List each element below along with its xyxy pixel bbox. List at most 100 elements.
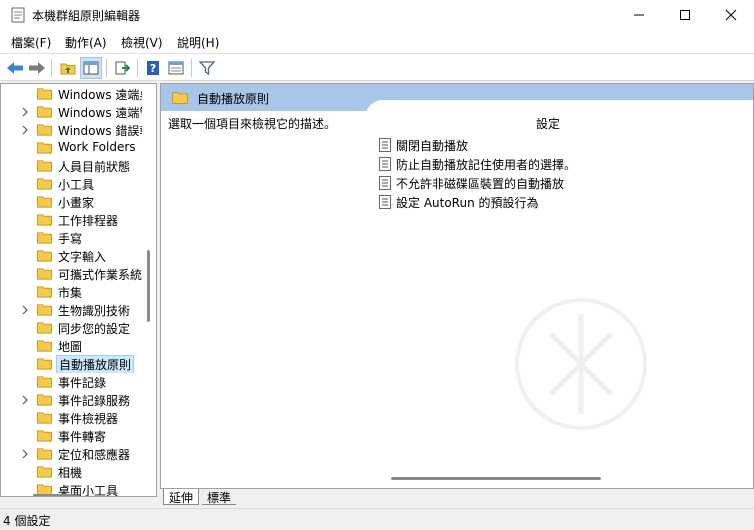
back-button[interactable] [4,57,26,79]
properties-view-button[interactable] [165,57,187,79]
svg-text:?: ? [150,62,156,75]
chevron-right-icon[interactable] [20,125,30,135]
properties-view-icon [168,61,184,75]
filter-button[interactable] [196,57,218,79]
help-button[interactable]: ? [142,57,164,79]
close-button[interactable] [708,0,754,30]
tree-item[interactable]: 生物識別技術 [1,301,142,319]
tree-item-label: 同步您的設定 [58,322,131,336]
tree-item[interactable]: 地圖 [1,337,142,355]
menu-action[interactable]: 動作(A) [65,34,107,51]
tree-item[interactable]: 可攜式作業系統 [1,265,142,283]
horizontal-scrollbar[interactable] [391,477,601,480]
tree-item-label: 工作排程器 [58,214,119,228]
tree-item-label: 市集 [58,286,83,300]
setting-label: 防止自動播放記住使用者的選擇。 [396,158,577,172]
view-tabs: 延伸 標準 [160,489,754,505]
folder-icon [37,268,52,280]
up-folder-icon [60,63,76,75]
folder-icon [37,286,52,298]
folder-icon [37,142,52,154]
menu-view[interactable]: 檢視(V) [121,34,163,51]
minimize-button[interactable] [616,0,662,30]
back-arrow-icon [7,62,23,74]
chevron-right-icon[interactable] [20,305,30,315]
folder-icon [37,178,52,190]
tree-item[interactable]: 事件記錄 [1,373,142,391]
tree-item[interactable]: 文字輸入 [1,247,142,265]
document-icon [11,7,25,23]
tree-item[interactable]: 工作排程器 [1,211,142,229]
tree-item[interactable]: 手寫 [1,229,142,247]
folder-icon [37,124,52,136]
filter-icon [199,61,215,76]
title-bar: 本機群組原則編輯器 [0,0,754,30]
tab-standard[interactable]: 標準 [202,489,237,505]
description-text: 選取一個項目來檢視它的描述。 [168,117,337,131]
up-one-level-button[interactable] [57,57,79,79]
close-icon [725,9,737,21]
chevron-right-icon[interactable] [20,107,30,117]
tree-item-label: 手寫 [58,232,83,246]
folder-icon [37,250,52,262]
tree-item[interactable]: 事件轉寄 [1,427,142,445]
toolbar-separator [106,59,107,77]
setting-label: 關閉自動播放 [396,139,469,153]
chevron-right-icon[interactable] [20,449,30,459]
tree-item[interactable]: 人員目前狀態 [1,157,142,175]
tree-item[interactable]: Windows 錯誤報告 [1,121,142,139]
folder-icon [37,394,52,406]
minimize-icon [634,14,644,16]
menu-help[interactable]: 說明(H) [177,34,219,51]
tree-item[interactable]: 相機 [1,463,142,481]
settings-column-header[interactable]: 設定 [536,115,560,132]
tree-item[interactable]: Windows 遠端管理 [1,103,142,121]
tree-item[interactable]: 自動播放原則 [1,355,142,373]
tree-item[interactable]: 小工具 [1,175,142,193]
tree-item-label: 小畫家 [58,196,95,210]
tree-item-label: 可攜式作業系統 [58,268,142,282]
folder-icon [37,304,52,316]
horizontal-scrollbar[interactable] [33,494,73,496]
status-text: 4 個設定 [3,514,51,528]
help-icon: ? [147,61,159,75]
show-hide-tree-icon [83,61,99,75]
menu-file[interactable]: 檔案(F) [11,34,51,51]
forward-button[interactable] [26,57,48,79]
window-title: 本機群組原則編輯器 [32,9,141,23]
maximize-button[interactable] [662,0,708,30]
tree-item[interactable]: 市集 [1,283,142,301]
tree-pane[interactable]: Windows 遠端桌面 Windows 遠端管理 Windows 錯誤報告 Work… [0,83,157,497]
tree-item[interactable]: Windows 遠端桌面 [1,85,142,103]
export-list-button[interactable] [111,57,133,79]
toolbar-separator [137,59,138,77]
tree-item-label: Work Folders [58,140,136,154]
folder-icon [37,340,52,352]
policy-setting-icon [379,195,391,209]
vertical-scrollbar[interactable] [147,250,150,322]
tree-item-label: 小工具 [58,178,95,192]
tree-item-label: Windows 錯誤報告 [58,124,142,138]
folder-icon [37,88,52,100]
show-hide-tree-button[interactable] [80,57,102,79]
tree-item[interactable]: 同步您的設定 [1,319,142,337]
tab-extended[interactable]: 延伸 [163,489,200,505]
tree-item[interactable]: 事件記錄服務 [1,391,142,409]
toolbar: ? [0,53,754,81]
forward-arrow-icon [29,62,45,74]
tree-item-label: 自動播放原則 [56,355,135,373]
folder-icon [37,466,52,478]
folder-icon [37,322,52,334]
tree-item-label: 定位和感應器 [58,448,131,462]
tree-item[interactable]: 定位和感應器 [1,445,142,463]
tree-item-label: 文字輸入 [58,250,107,264]
tree-item-label: Windows 遠端桌面 [58,88,142,102]
export-list-icon [115,61,130,75]
header-title: 自動播放原則 [197,92,270,106]
tree-item[interactable]: 小畫家 [1,193,142,211]
chevron-right-icon[interactable] [20,395,30,405]
tree-item[interactable]: 事件檢視器 [1,409,142,427]
policy-setting-icon [379,176,391,190]
status-bar: 4 個設定 [0,508,754,530]
tree-item[interactable]: Work Folders [1,139,142,157]
